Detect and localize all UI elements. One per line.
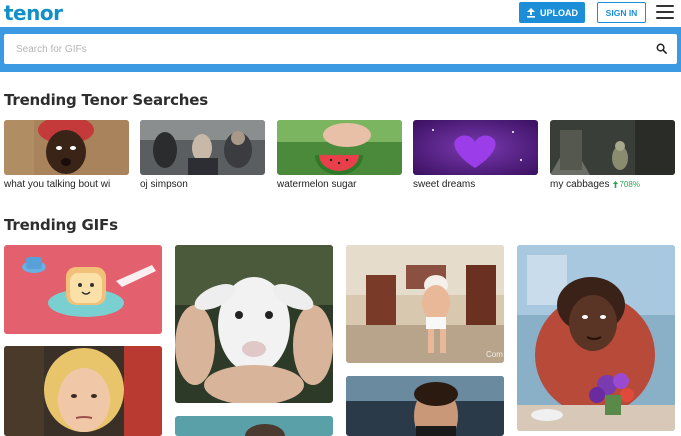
trend-badge: 708% [613,180,640,189]
trending-search-thumbnail[interactable] [550,120,675,175]
top-header: tenor UPLOAD SIGN IN [0,0,681,27]
trending-search-label: my cabbages [550,179,610,190]
trending-search-thumbnail[interactable] [413,120,538,175]
trending-searches-heading: Trending Tenor Searches [4,91,208,109]
trending-gifs-heading: Trending GIFs [4,216,118,234]
trending-search-card[interactable]: oj simpson [140,120,265,190]
trending-search-label: watermelon sugar [277,179,357,190]
upload-icon [527,7,535,18]
trend-up-arrow-icon [613,181,619,188]
trending-search-thumbnail[interactable] [277,120,402,175]
trending-search-card[interactable]: watermelon sugar [277,120,402,190]
search-box [4,34,677,64]
trending-search-label: oj simpson [140,179,188,190]
upload-button[interactable]: UPLOAD [519,2,585,23]
trending-search-thumbnail[interactable] [4,120,129,175]
search-icon[interactable] [656,43,667,54]
gif-tile-toast[interactable] [4,245,162,334]
trending-search-label: sweet dreams [413,179,476,190]
trending-search-card[interactable]: sweet dreams [413,120,538,190]
search-input[interactable] [4,35,634,63]
gif-tile-partial[interactable] [175,416,333,436]
hamburger-menu-icon[interactable] [656,5,674,19]
trending-search-card[interactable]: what you talking bout wi [4,120,129,190]
gif-tile-baby[interactable]: Com [346,245,504,363]
trending-search-card[interactable]: my cabbages 708% [550,120,675,190]
sign-in-button[interactable]: SIGN IN [597,2,646,23]
gif-tile-woman[interactable] [4,346,162,436]
gif-tile-woman-flowers[interactable] [517,245,675,431]
gif-watermark: Com [486,350,503,359]
trending-search-thumbnail[interactable] [140,120,265,175]
gif-tile-goat[interactable] [175,245,333,403]
trending-search-label: what you talking bout wi [4,179,111,190]
search-bar-band [0,27,681,72]
upload-button-label: UPLOAD [540,7,578,18]
trend-percentage: 708% [619,180,640,189]
tenor-logo[interactable]: tenor [4,1,63,25]
gif-tile-man[interactable] [346,376,504,436]
